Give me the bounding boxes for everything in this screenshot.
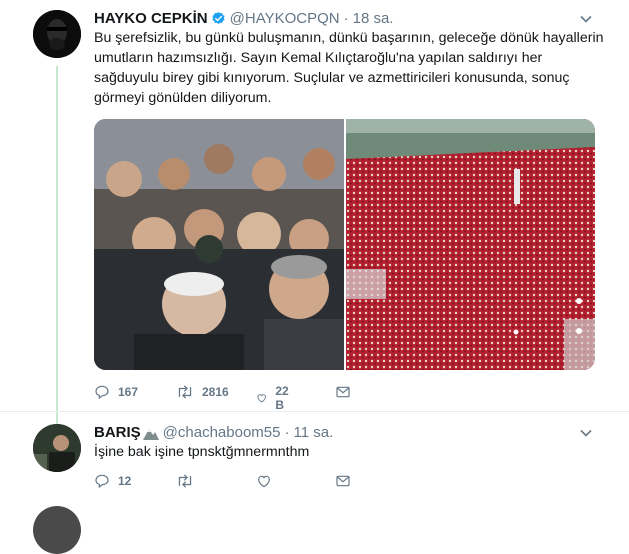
heart-icon: [258, 475, 270, 488]
reply-button[interactable]: 12: [94, 473, 131, 489]
display-name[interactable]: BARIŞ: [94, 424, 141, 441]
username[interactable]: @chachaboom55: [163, 424, 281, 441]
tweet-header: BARIŞ @chachaboom55 · 11 sa.: [94, 424, 333, 441]
chevron-down-icon[interactable]: [579, 12, 593, 26]
separator-dot: ·: [284, 424, 290, 441]
mountain-emoji-icon: [142, 428, 159, 440]
heart-icon: [257, 394, 266, 403]
like-count: 22 B: [275, 384, 289, 412]
separator-dot: ·: [343, 10, 349, 27]
tweet-text: İşine bak işine tpnsktğmnermnthm: [94, 444, 310, 460]
message-icon: [336, 386, 350, 398]
chevron-down-icon[interactable]: [579, 426, 593, 440]
tweet-divider: [0, 411, 629, 412]
reply-count: 12: [118, 474, 132, 488]
display-name[interactable]: HAYKO CEPKİN: [94, 10, 208, 27]
message-button[interactable]: [335, 384, 351, 400]
verified-badge-icon: [212, 11, 225, 24]
timestamp[interactable]: 18 sa.: [353, 10, 394, 27]
retweet-count: 2816: [202, 385, 229, 399]
crowd-photo-left: [94, 119, 344, 370]
like-button[interactable]: 22 B: [256, 384, 293, 412]
retweet-button[interactable]: 2816: [176, 384, 229, 400]
username[interactable]: @HAYKOCPQN: [230, 10, 340, 27]
tweet-header: HAYKO CEPKİN @HAYKOCPQN · 18 sa.: [94, 10, 393, 27]
message-button[interactable]: [335, 473, 351, 489]
reply-icon: [95, 385, 109, 400]
thread-connector-line: [56, 66, 58, 424]
tweet-media[interactable]: [94, 119, 595, 370]
rally-photo-right: [346, 119, 595, 370]
avatar[interactable]: [33, 424, 81, 472]
message-icon: [336, 475, 350, 487]
reply-button[interactable]: 167: [94, 384, 138, 400]
avatar[interactable]: [33, 506, 81, 554]
like-button[interactable]: [256, 473, 272, 489]
avatar[interactable]: [33, 10, 81, 58]
timestamp[interactable]: 11 sa.: [293, 424, 333, 441]
retweet-button[interactable]: [176, 473, 194, 489]
reply-count: 167: [118, 385, 139, 399]
retweet-icon: [178, 474, 192, 488]
tweet-text: Bu şerefsizlik, bu günkü buluşmanın, dün…: [94, 30, 604, 106]
retweet-icon: [178, 385, 192, 399]
reply-icon: [95, 474, 109, 489]
media-photos: [94, 119, 595, 370]
